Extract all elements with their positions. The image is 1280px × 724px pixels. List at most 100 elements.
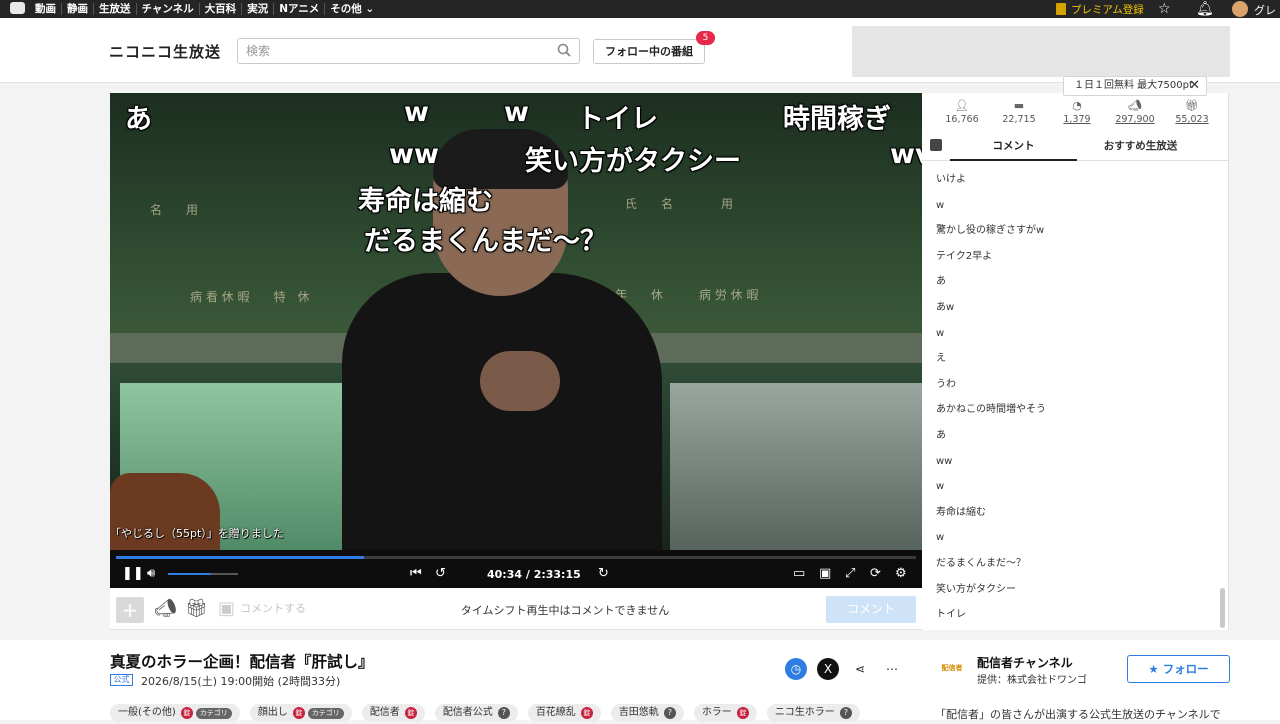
tag[interactable]: ホラー錠 <box>693 704 757 722</box>
stat-comments: ▬ 22,715 <box>999 99 1039 126</box>
nav-link-jikkyo[interactable]: 実況 <box>241 3 273 15</box>
site-logo[interactable]: ニコニコ生放送 <box>109 41 221 62</box>
comment-row[interactable]: うわ <box>922 372 1218 398</box>
comment-row[interactable]: テイク2早よ <box>922 244 1218 270</box>
overlay-comment: トイレ <box>577 104 658 135</box>
nicoad-icon[interactable]: 📣︎ <box>154 598 177 619</box>
comment-row[interactable]: w <box>922 193 1218 219</box>
nav-link-nanime[interactable]: Nアニメ <box>273 3 324 15</box>
bell-icon[interactable]: 🔔︎ <box>1196 1 1214 17</box>
tag[interactable]: 百花繚乱錠 <box>527 704 601 722</box>
more-options-icon[interactable]: ⋯ <box>881 658 903 680</box>
comment-row[interactable]: だるまくんまだ～？ <box>922 551 1218 577</box>
video-player[interactable]: 名 用 氏 名 用 病 看 休 暇 特 休 年 休 病 労 休 暇 あ w w … <box>110 93 922 550</box>
nav-link-more[interactable]: その他 ⌄ <box>324 3 379 15</box>
channel-follow-button[interactable]: ★ フォロー <box>1127 655 1230 683</box>
comment-row[interactable]: ww <box>922 449 1218 475</box>
stat-ads[interactable]: ◔ 1,379 <box>1057 100 1097 126</box>
niconico-home-icon[interactable] <box>10 2 25 14</box>
free-gift-tooltip: １日１回無料 最大7500pt ✕ <box>1063 76 1207 96</box>
channel-logo[interactable]: 配信者 <box>940 660 964 676</box>
comment-row[interactable]: w <box>922 474 1218 500</box>
ad-banner[interactable] <box>852 26 1230 77</box>
comment-scrollbar[interactable] <box>1220 588 1225 628</box>
tag-label: ニコ生ホラー <box>774 707 835 718</box>
seek-bar[interactable] <box>116 556 916 559</box>
comment-input[interactable]: コメントする <box>240 597 390 621</box>
avatar[interactable] <box>1232 1 1248 17</box>
star-icon[interactable]: ☆ <box>1158 1 1171 17</box>
overlay-comment: w <box>504 97 529 128</box>
add-menu-button[interactable]: + <box>116 597 144 623</box>
settings-gear-icon[interactable]: ⚙ <box>895 566 907 582</box>
tab-comments[interactable]: コメント <box>950 133 1077 161</box>
comment-row[interactable]: あ <box>922 423 1218 449</box>
tag[interactable]: 顔出し錠カテゴリ <box>249 704 352 722</box>
comment-row[interactable]: トイレ <box>922 602 1218 627</box>
comment-row[interactable]: あかねこの時間増やそう <box>922 397 1218 423</box>
nav-link-channel[interactable]: チャンネル <box>135 3 199 15</box>
tag[interactable]: ニコ生ホラー? <box>766 704 860 722</box>
theater-mode-icon[interactable]: ▣ <box>819 566 831 582</box>
panel-menu-icon[interactable] <box>930 139 942 151</box>
share-icon[interactable]: ⋖ <box>849 658 871 680</box>
skip-back-icon[interactable]: ⏮ <box>410 566 422 582</box>
comment-row[interactable]: 笑い方がタクシー <box>922 577 1218 603</box>
comment-row[interactable]: w <box>922 321 1218 347</box>
tag-label: 配信者 <box>369 707 400 718</box>
header: ニコニコ生放送 フォロー中の番組 5 <box>0 18 1280 83</box>
help-icon[interactable]: ? <box>497 707 510 719</box>
stat-value: 1,379 <box>1063 114 1091 125</box>
comment-toggle-icon[interactable]: ▭ <box>793 566 805 582</box>
tag[interactable]: 吉田悠軌? <box>610 704 684 722</box>
volume-icon[interactable]: 🔊︎ <box>147 566 155 582</box>
premium-link[interactable]: プレミアム登録 <box>1056 0 1144 18</box>
overlay-comment: 笑い方がタクシー <box>525 146 741 177</box>
premium-label: プレミアム登録 <box>1071 3 1144 16</box>
comment-icon: ▬ <box>1013 99 1025 112</box>
comment-send-button[interactable]: コメント <box>826 596 916 623</box>
search-input[interactable] <box>237 38 580 64</box>
nav-link-douga[interactable]: 動画 <box>30 3 61 15</box>
comment-row[interactable]: え <box>922 346 1218 372</box>
following-programs-button[interactable]: フォロー中の番組 <box>593 39 705 64</box>
stat-gifts[interactable]: 🎁︎ 55,023 <box>1172 100 1212 126</box>
top-nav: 動画 静画 生放送 チャンネル 大百科 実況 Nアニメ その他 ⌄ プレミアム登… <box>0 0 1280 18</box>
comment-row[interactable]: 寿命は縮む <box>922 500 1218 526</box>
gift-icon[interactable]: 🎁︎ <box>185 598 208 619</box>
tab-recommended[interactable]: おすすめ生放送 <box>1077 133 1204 161</box>
search-icon[interactable] <box>557 43 571 57</box>
tag[interactable]: 配信者公式? <box>434 704 518 722</box>
reload-icon[interactable]: ⟳ <box>870 566 881 582</box>
comment-row[interactable]: 驚かし役の稼ぎさすがw <box>922 218 1218 244</box>
tag[interactable]: 一般(その他) 錠カテゴリ <box>110 704 240 722</box>
overlay-comment: ww <box>389 139 439 170</box>
channel-name[interactable]: 配信者チャンネル <box>977 654 1073 671</box>
username[interactable]: グレ <box>1254 2 1276 18</box>
fullscreen-icon[interactable]: ⤢ <box>845 566 855 582</box>
x-share-icon[interactable]: X <box>817 658 839 680</box>
tag-label: ホラー <box>701 707 732 718</box>
help-icon[interactable]: ? <box>663 707 676 719</box>
overlay-comment: 寿命は縮む <box>358 186 493 217</box>
tag[interactable]: 配信者錠 <box>361 704 425 722</box>
overlay-comment: あ <box>125 104 152 135</box>
pause-icon[interactable]: ❚❚ <box>122 566 144 582</box>
help-icon[interactable]: ? <box>839 707 852 719</box>
stat-nicoad[interactable]: 📣︎ 297,900 <box>1115 100 1155 126</box>
rewind-10-icon[interactable]: ↺ <box>435 566 446 582</box>
close-icon[interactable]: ✕ <box>1189 77 1200 95</box>
comment-row[interactable]: あw <box>922 295 1218 321</box>
forward-10-icon[interactable]: ↻ <box>598 566 609 582</box>
comment-row[interactable]: w <box>922 525 1218 551</box>
comment-row[interactable]: あ <box>922 269 1218 295</box>
nav-link-seiga[interactable]: 静画 <box>61 3 93 15</box>
comment-list[interactable]: いけよ w 驚かし役の稼ぎさすがw テイク2早よああw w えうわ あかねこの時間増やそうあ… <box>922 167 1218 627</box>
volume-slider[interactable] <box>168 573 238 575</box>
nav-link-live[interactable]: 生放送 <box>93 3 136 15</box>
comment-row[interactable]: いけよ <box>922 167 1218 193</box>
nav-link-dic[interactable]: 大百科 <box>198 3 242 15</box>
program-info: 真夏のホラー企画！配信者『肝試し』 公式 2026/8/15(土) 19:00開… <box>0 640 1280 722</box>
stat-value: 297,900 <box>1115 114 1155 125</box>
timeshift-reserve-icon[interactable]: ◷ <box>785 658 807 680</box>
